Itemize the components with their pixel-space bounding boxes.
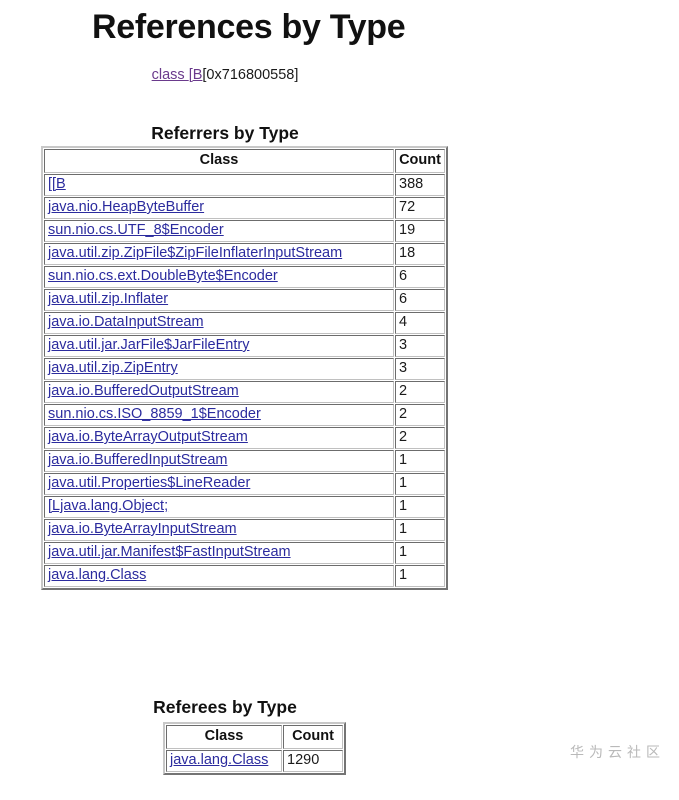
class-link[interactable]: [[B (48, 176, 66, 192)
class-cell: [[B (44, 174, 394, 196)
class-link[interactable]: sun.nio.cs.ISO_8859_1$Encoder (48, 406, 261, 422)
count-cell: 19 (395, 220, 445, 242)
class-link[interactable]: java.nio.HeapByteBuffer (48, 199, 204, 215)
count-cell: 3 (395, 358, 445, 380)
count-cell: 6 (395, 289, 445, 311)
table-row: java.io.BufferedInputStream 1 (44, 450, 445, 472)
count-cell: 3 (395, 335, 445, 357)
count-cell: 1 (395, 542, 445, 564)
subject-kind-link[interactable]: class (152, 67, 189, 83)
class-cell: java.util.zip.Inflater (44, 289, 394, 311)
count-cell: 1 (395, 496, 445, 518)
count-cell: 72 (395, 197, 445, 219)
subject-name-link[interactable]: [B (189, 67, 203, 83)
table-row: java.io.ByteArrayOutputStream 2 (44, 427, 445, 449)
count-cell: 1 (395, 450, 445, 472)
table-row: sun.nio.cs.UTF_8$Encoder 19 (44, 220, 445, 242)
table-row: java.util.jar.Manifest$FastInputStream 1 (44, 542, 445, 564)
page-title: References by Type (92, 8, 406, 46)
table-row: java.io.BufferedOutputStream 2 (44, 381, 445, 403)
table-row: java.util.jar.JarFile$JarFileEntry 3 (44, 335, 445, 357)
referrers-table: Class Count [[B 388 java.nio.HeapByteBuffe… (41, 146, 448, 590)
referrers-section-heading: Referrers by Type (151, 122, 299, 143)
class-link[interactable]: java.util.Properties$LineReader (48, 475, 250, 491)
class-link[interactable]: java.util.jar.JarFile$JarFileEntry (48, 337, 249, 353)
table-row: [Ljava.lang.Object; 1 (44, 496, 445, 518)
column-header-count: Count (395, 149, 445, 173)
count-cell: 1290 (283, 750, 343, 772)
class-link[interactable]: java.io.BufferedOutputStream (48, 383, 239, 399)
table-row: java.io.ByteArrayInputStream 1 (44, 519, 445, 541)
class-link[interactable]: java.util.jar.Manifest$FastInputStream (48, 544, 291, 560)
count-cell: 1 (395, 519, 445, 541)
class-cell: java.lang.Class (44, 565, 394, 587)
table-row: java.lang.Class 1290 (166, 750, 343, 772)
count-cell: 6 (395, 266, 445, 288)
column-header-count: Count (283, 725, 343, 749)
table-row: java.io.DataInputStream 4 (44, 312, 445, 334)
table-row: java.util.Properties$LineReader 1 (44, 473, 445, 495)
class-cell: sun.nio.cs.ext.DoubleByte$Encoder (44, 266, 394, 288)
count-cell: 1 (395, 565, 445, 587)
table-row: [[B 388 (44, 174, 445, 196)
table-header-row: Class Count (44, 149, 445, 173)
class-link[interactable]: java.io.ByteArrayOutputStream (48, 429, 248, 445)
subject-address: [0x716800558] (202, 67, 299, 83)
count-cell: 388 (395, 174, 445, 196)
column-header-class: Class (44, 149, 394, 173)
count-cell: 2 (395, 381, 445, 403)
class-cell: java.io.ByteArrayOutputStream (44, 427, 394, 449)
class-cell: java.util.zip.ZipFile$ZipFileInflaterInp… (44, 243, 394, 265)
subject-line: class [B[0x716800558] (0, 66, 450, 84)
class-link[interactable]: java.lang.Class (48, 567, 146, 583)
class-cell: java.nio.HeapByteBuffer (44, 197, 394, 219)
referees-table-body: java.lang.Class 1290 (166, 750, 343, 772)
class-cell: java.io.BufferedOutputStream (44, 381, 394, 403)
class-cell: java.io.ByteArrayInputStream (44, 519, 394, 541)
class-cell: java.io.DataInputStream (44, 312, 394, 334)
referrers-table-body: [[B 388 java.nio.HeapByteBuffer 72 sun.nio.c… (44, 174, 445, 587)
column-header-class: Class (166, 725, 282, 749)
class-link[interactable]: java.io.ByteArrayInputStream (48, 521, 237, 537)
class-cell: java.util.jar.JarFile$JarFileEntry (44, 335, 394, 357)
class-cell: java.util.zip.ZipEntry (44, 358, 394, 380)
class-cell: sun.nio.cs.UTF_8$Encoder (44, 220, 394, 242)
referees-table-head: Class Count (166, 725, 343, 749)
count-cell: 1 (395, 473, 445, 495)
class-link[interactable]: java.util.zip.Inflater (48, 291, 168, 307)
count-cell: 18 (395, 243, 445, 265)
class-link[interactable]: [Ljava.lang.Object; (48, 498, 168, 514)
table-row: java.lang.Class 1 (44, 565, 445, 587)
referees-table: Class Count java.lang.Class 1290 (163, 722, 346, 775)
table-row: sun.nio.cs.ext.DoubleByte$Encoder 6 (44, 266, 445, 288)
table-row: java.util.zip.ZipFile$ZipFileInflaterInp… (44, 243, 445, 265)
table-row: sun.nio.cs.ISO_8859_1$Encoder 2 (44, 404, 445, 426)
referees-section-heading: Referees by Type (153, 696, 297, 717)
class-link[interactable]: sun.nio.cs.UTF_8$Encoder (48, 222, 224, 238)
table-row: java.util.zip.Inflater 6 (44, 289, 445, 311)
class-cell: [Ljava.lang.Object; (44, 496, 394, 518)
referrers-table-head: Class Count (44, 149, 445, 173)
class-link[interactable]: java.io.BufferedInputStream (48, 452, 227, 468)
class-cell: sun.nio.cs.ISO_8859_1$Encoder (44, 404, 394, 426)
count-cell: 2 (395, 427, 445, 449)
count-cell: 4 (395, 312, 445, 334)
class-link[interactable]: java.util.zip.ZipEntry (48, 360, 178, 376)
table-row: java.util.zip.ZipEntry 3 (44, 358, 445, 380)
class-link[interactable]: java.util.zip.ZipFile$ZipFileInflaterInp… (48, 245, 342, 261)
class-cell: java.io.BufferedInputStream (44, 450, 394, 472)
class-cell: java.util.Properties$LineReader (44, 473, 394, 495)
class-cell: java.util.jar.Manifest$FastInputStream (44, 542, 394, 564)
watermark: 华为云社区 (570, 745, 665, 761)
table-row: java.nio.HeapByteBuffer 72 (44, 197, 445, 219)
class-link[interactable]: sun.nio.cs.ext.DoubleByte$Encoder (48, 268, 278, 284)
class-cell: java.lang.Class (166, 750, 282, 772)
class-link[interactable]: java.lang.Class (170, 752, 268, 768)
class-link[interactable]: java.io.DataInputStream (48, 314, 204, 330)
table-header-row: Class Count (166, 725, 343, 749)
count-cell: 2 (395, 404, 445, 426)
